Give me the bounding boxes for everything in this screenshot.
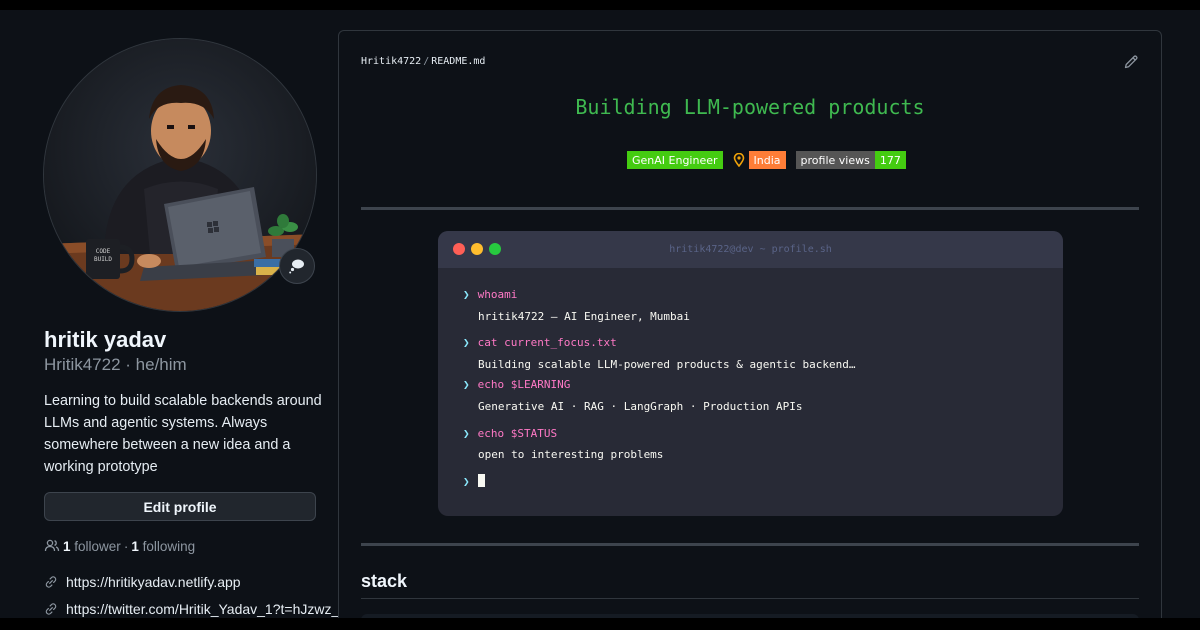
prompt-chevron-icon: ❯: [463, 427, 470, 440]
divider: [361, 207, 1139, 210]
terminal-command: echo $LEARNING: [477, 378, 571, 391]
prompt-chevron-icon: ❯: [463, 378, 470, 391]
profile-bio: Learning to build scalable backends arou…: [44, 393, 322, 475]
pencil-icon[interactable]: [1123, 54, 1139, 70]
twitter-link[interactable]: https://twitter.com/Hritik_Yadav_1?t=hJz…: [66, 601, 339, 617]
terminal-title: hritik4722@dev ~ profile.sh: [669, 244, 832, 255]
twitter-link-row: https://twitter.com/Hritik_Yadav_1?t=hJz…: [44, 601, 339, 617]
terminal-output: open to interesting problems: [478, 448, 664, 461]
following-count: 1: [131, 538, 139, 554]
prompt-chevron-icon: ❯: [463, 336, 470, 349]
profile-name: hritik yadav: [44, 327, 167, 352]
terminal-command: cat current_focus.txt: [477, 336, 617, 349]
terminal-command-line: ❯ echo $LEARNING: [463, 378, 570, 391]
link-icon: [45, 603, 57, 615]
terminal-command-line: ❯ echo $STATUS: [463, 427, 557, 440]
breadcrumb-owner[interactable]: Hritik4722: [361, 56, 421, 67]
terminal-output: Generative AI · RAG · LangGraph · Produc…: [478, 400, 803, 413]
link-icon: [45, 576, 57, 588]
profile-login-line: Hritik4722 · he/him: [44, 355, 187, 375]
heading-underline: [361, 598, 1139, 599]
terminal-command-line: ❯ whoami: [463, 288, 517, 301]
role-badge-text: GenAI Engineer: [627, 151, 723, 169]
badge-row: GenAI Engineer India profile views 177: [627, 151, 906, 169]
followers-count: 1: [63, 538, 71, 554]
follow-stats: 1 follower · 1 following: [44, 538, 195, 554]
code-block: [361, 614, 1139, 618]
terminal-command-line: ❯ cat current_focus.txt: [463, 336, 617, 349]
profile-page: CODE BUILD hritik yadav Hritik4722 · he/…: [0, 10, 1200, 618]
svg-text:CODE: CODE: [96, 248, 111, 255]
terminal-window: hritik4722@dev ~ profile.sh ❯ whoami hrit…: [438, 231, 1063, 516]
terminal-output: hritik4722 — AI Engineer, Mumbai: [478, 310, 690, 323]
terminal-titlebar: hritik4722@dev ~ profile.sh: [438, 231, 1063, 268]
following-label: following: [142, 538, 196, 554]
location-pin-icon: [733, 153, 744, 167]
profile-pronouns: he/him: [135, 355, 187, 374]
followers-label: follower: [74, 538, 121, 554]
breadcrumb-separator: /: [423, 56, 430, 67]
role-badge: GenAI Engineer: [627, 151, 723, 169]
separator-dot: ·: [125, 355, 136, 374]
breadcrumb: Hritik4722/README.md: [361, 56, 485, 67]
profile-login: Hritik4722: [44, 355, 121, 374]
profile-views-badge: profile views 177: [795, 151, 906, 169]
terminal-cursor-line: ❯: [463, 474, 485, 488]
stack-heading: stack: [361, 571, 408, 591]
prompt-chevron-icon: ❯: [463, 288, 470, 301]
edit-profile-button[interactable]: Edit profile: [44, 492, 316, 521]
followers-link[interactable]: 1 follower: [63, 539, 121, 554]
terminal-cursor: [477, 474, 485, 487]
avatar-illustration: CODE BUILD: [44, 39, 316, 311]
svg-text:BUILD: BUILD: [94, 256, 112, 263]
separator-dot: ·: [123, 538, 129, 554]
divider: [361, 543, 1139, 546]
terminal-command: whoami: [477, 288, 518, 301]
avatar-container: CODE BUILD: [43, 38, 317, 312]
readme-headline: Building LLM-powered products: [575, 95, 925, 119]
avatar[interactable]: CODE BUILD: [43, 38, 317, 312]
website-link[interactable]: https://hritikyadav.netlify.app: [66, 574, 241, 590]
people-icon: [44, 539, 60, 552]
profile-views-label: profile views: [795, 151, 875, 169]
breadcrumb-file[interactable]: README.md: [431, 56, 485, 67]
terminal-output: Building scalable LLM-powered products &…: [478, 358, 856, 371]
readme-card: Hritik4722/README.md Building LLM-powere…: [338, 30, 1162, 618]
thought-bubble-icon: [289, 259, 304, 274]
prompt-chevron-icon: ❯: [463, 475, 470, 488]
website-link-row: https://hritikyadav.netlify.app: [44, 574, 241, 590]
following-link[interactable]: 1 following: [131, 539, 195, 554]
terminal-command: echo $STATUS: [477, 427, 558, 440]
profile-views-count: 177: [874, 151, 906, 169]
location-badge: India: [733, 151, 786, 169]
set-status-button[interactable]: [279, 248, 315, 284]
location-badge-text: India: [748, 151, 786, 169]
